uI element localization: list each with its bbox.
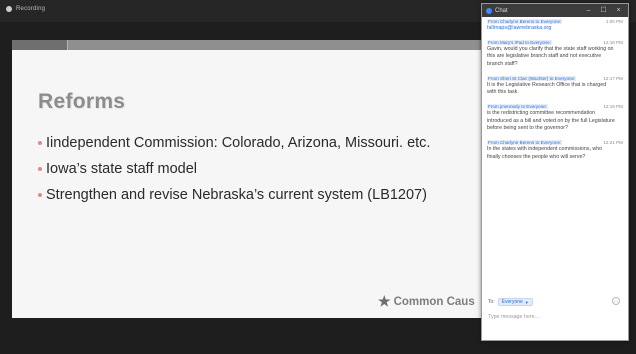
message-time: 12:21 PM bbox=[603, 140, 623, 146]
chat-window-title: Chat bbox=[495, 7, 508, 14]
chat-window: Chat – ☐ × From Charlyne Berens to Every… bbox=[481, 3, 629, 341]
slide-bullet-text: Iowa’s state staff model bbox=[46, 161, 197, 177]
slide-bullet-text: Iindependent Commission: Colorado, Arizo… bbox=[46, 135, 431, 151]
chat-message-meta: From Sheri St Clair (Wachter) to Everyon… bbox=[487, 75, 623, 81]
recipient-dropdown[interactable]: Everyone ▼ bbox=[497, 298, 533, 306]
record-dot-icon bbox=[6, 6, 12, 12]
chat-titlebar[interactable]: Chat – ☐ × bbox=[482, 4, 628, 17]
slide-title: Reforms bbox=[38, 90, 126, 113]
chat-message: From Mary's iPad to Everyone: 12:16 PM G… bbox=[487, 39, 623, 69]
slide-header-tab bbox=[12, 40, 68, 50]
chat-message-meta: From jmennedy to Everyone: 12:19 PM bbox=[487, 104, 623, 110]
message-sender[interactable]: From jmennedy to Everyone: bbox=[487, 104, 548, 110]
bullet-dot-icon bbox=[38, 141, 42, 145]
message-text-link[interactable]: fallrnaps@lawnebraska.org bbox=[487, 25, 623, 33]
slide-header-bar bbox=[12, 40, 488, 50]
message-time: 12:16 PM bbox=[603, 39, 623, 45]
message-text: It is the Legislative Research Office th… bbox=[487, 81, 607, 96]
message-sender[interactable]: From Sheri St Clair (Wachter) to Everyon… bbox=[487, 75, 577, 81]
recipient-row: To: Everyone ▼ bbox=[488, 298, 622, 306]
minimize-button[interactable]: – bbox=[581, 4, 596, 17]
message-sender[interactable]: From Charlyne Berens to Everyone: bbox=[487, 140, 563, 146]
chat-composer: To: Everyone ▼ … bbox=[482, 294, 628, 340]
message-text: is the redistricting committee recommend… bbox=[487, 110, 615, 132]
message-time: 12:19 PM bbox=[603, 104, 623, 110]
slide-bullet: Strengthen and revise Nebraska’s current… bbox=[38, 187, 430, 203]
window-controls: – ☐ × bbox=[581, 4, 626, 17]
chat-message-meta: From Charlyne Berens to Everyone: 12:21 … bbox=[487, 140, 623, 146]
recording-label: Recording bbox=[16, 6, 46, 12]
message-sender[interactable]: From Mary's iPad to Everyone: bbox=[487, 39, 552, 45]
message-time: 1:00 PM bbox=[605, 19, 623, 24]
slide-bullet: Iowa’s state staff model bbox=[38, 161, 430, 177]
chat-message-input[interactable] bbox=[488, 312, 618, 322]
message-time: 12:17 PM bbox=[603, 75, 623, 81]
chat-message-list[interactable]: From Charlyne Berens to Everyone: 1:00 P… bbox=[482, 17, 628, 161]
bullet-dot-icon bbox=[38, 167, 42, 171]
bullet-dot-icon bbox=[38, 193, 42, 197]
more-options-button[interactable]: … bbox=[612, 297, 620, 305]
chat-message-meta: From Mary's iPad to Everyone: 12:16 PM bbox=[487, 39, 623, 45]
recipient-value: Everyone bbox=[501, 299, 523, 305]
chevron-down-icon: ▼ bbox=[524, 299, 529, 305]
to-label: To: bbox=[488, 299, 495, 305]
logo-text: Common Caus bbox=[393, 295, 475, 308]
chat-message-meta: From Charlyne Berens to Everyone: 1:00 P… bbox=[487, 19, 623, 24]
star-icon: ★ bbox=[378, 293, 391, 309]
message-sender[interactable]: From Charlyne Berens to Everyone: bbox=[487, 19, 563, 24]
slide-bullet-text: Strengthen and revise Nebraska’s current… bbox=[46, 187, 427, 203]
slide-bullet: Iindependent Commission: Colorado, Arizo… bbox=[38, 135, 430, 151]
message-text: Gavin, would you clarify that the state … bbox=[487, 45, 614, 68]
chat-message: From Charlyne Berens to Everyone: 1:00 P… bbox=[487, 19, 623, 33]
chat-message: From Sheri St Clair (Wachter) to Everyon… bbox=[487, 75, 623, 97]
shared-screen: Reforms Iindependent Commission: Colorad… bbox=[12, 40, 488, 318]
common-cause-logo: ★ Common Caus bbox=[378, 293, 475, 310]
maximize-button[interactable]: ☐ bbox=[596, 4, 611, 17]
zoom-app-icon bbox=[486, 7, 492, 14]
close-button[interactable]: × bbox=[611, 4, 626, 17]
message-text: In the states with independent commissio… bbox=[487, 146, 603, 160]
slide-bullet-list: Iindependent Commission: Colorado, Arizo… bbox=[38, 135, 430, 203]
chat-message: From jmennedy to Everyone: 12:19 PM is t… bbox=[487, 104, 623, 133]
recording-indicator[interactable]: Recording bbox=[6, 6, 45, 12]
chat-message: From Charlyne Berens to Everyone: 12:21 … bbox=[487, 140, 623, 161]
